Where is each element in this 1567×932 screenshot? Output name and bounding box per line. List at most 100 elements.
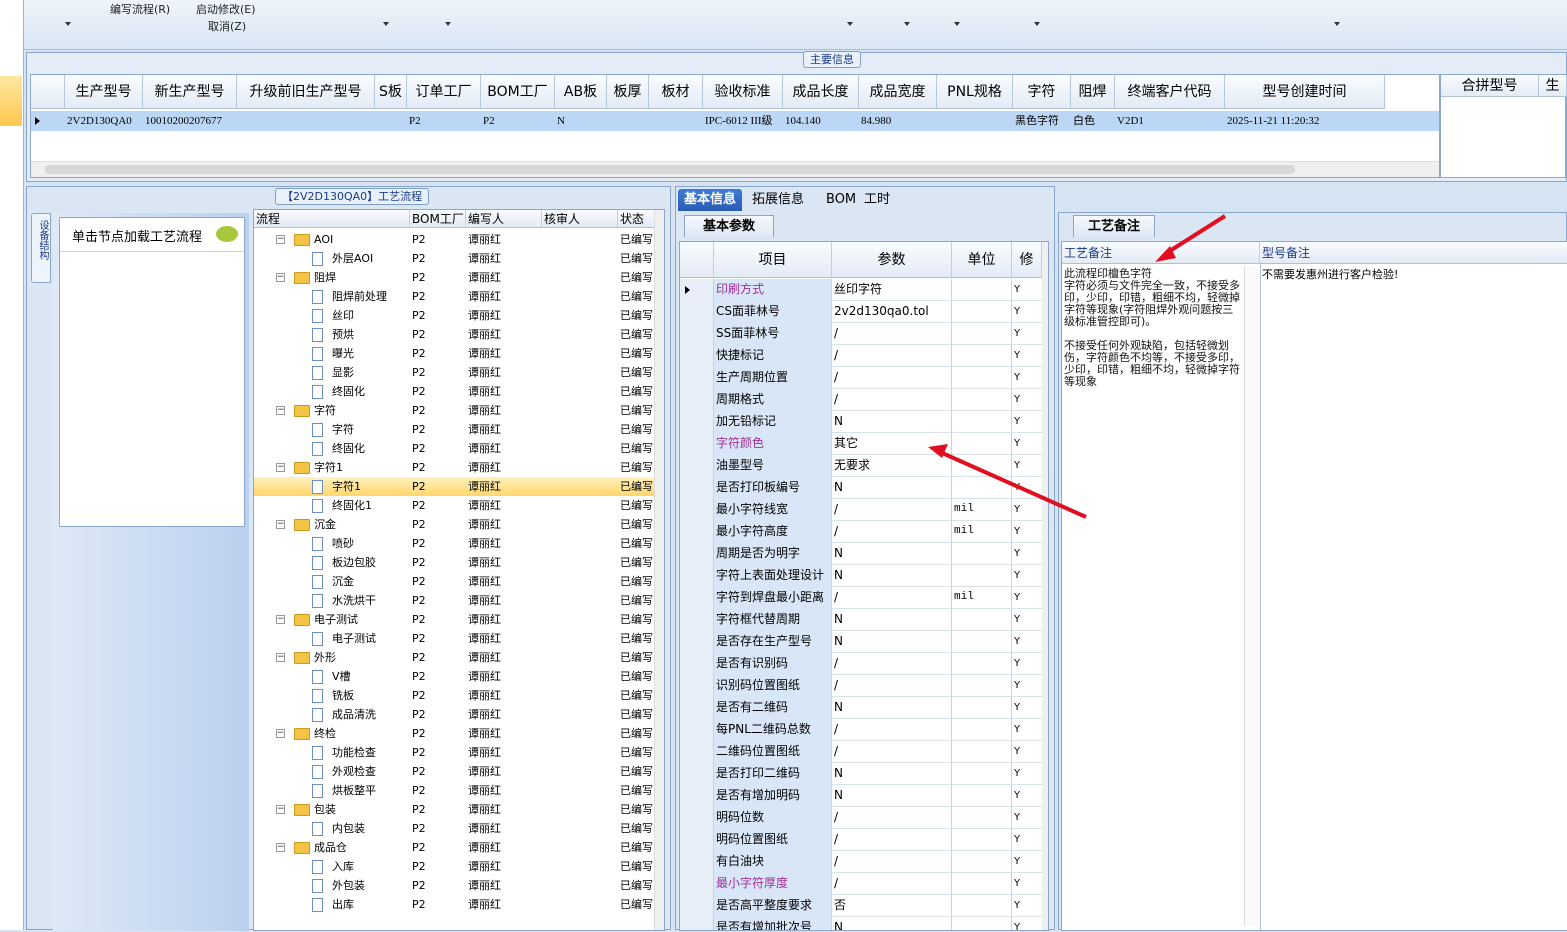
collapse-icon[interactable]: − [276,615,285,624]
tree-row[interactable]: 外包装 P2 谭丽红 已编写 [254,876,654,895]
tab-extended-info[interactable]: 拓展信息 [746,189,810,211]
param-value[interactable]: 否 [832,895,952,917]
tree-row[interactable]: 预烘 P2 谭丽红 已编写 [254,325,654,344]
param-value[interactable]: / [832,653,952,675]
collapse-icon[interactable]: − [276,843,285,852]
column-header[interactable]: 板厚 [607,75,649,109]
param-row[interactable]: 油墨型号 无要求 Y [680,455,1042,477]
param-row[interactable]: 快捷标记 / Y [680,345,1042,367]
column-header[interactable]: 阻焊 [1071,75,1115,109]
tree-row[interactable]: 沉金 P2 谭丽红 已编写 [254,572,654,591]
table-cell[interactable]: N [555,111,607,131]
tree-row[interactable]: − 字符 P2 谭丽红 已编写 [254,401,654,420]
dropdown-arrow-icon[interactable] [1334,22,1340,26]
param-row[interactable]: 是否存在生产型号 N Y [680,631,1042,653]
column-header[interactable]: 单位 [952,242,1012,278]
tree-row[interactable]: 电子测试 P2 谭丽红 已编写 [254,629,654,648]
table-cell[interactable]: 2025-11-21 11:20:32 [1225,111,1385,131]
param-value[interactable]: N [832,763,952,785]
column-header[interactable]: 项目 [714,242,832,278]
collapse-icon[interactable]: − [276,520,285,529]
param-row[interactable]: 字符到焊盘最小距离 / mil Y [680,587,1042,609]
param-row[interactable]: 明码位置图纸 / Y [680,829,1042,851]
table-cell[interactable]: 黑色字符 [1013,111,1071,131]
column-header[interactable]: 生 [1539,75,1567,97]
horizontal-scrollbar[interactable] [31,161,1439,177]
column-header[interactable]: 流程 [254,210,410,228]
column-header[interactable]: 型号创建时间 [1225,75,1385,109]
param-value[interactable]: N [832,543,952,565]
column-header[interactable]: 新生产型号 [143,75,237,109]
column-header[interactable]: PNL规格 [937,75,1013,109]
table-cell[interactable] [237,111,375,131]
param-value[interactable]: 其它 [832,433,952,455]
tree-row[interactable]: 内包装 P2 谭丽红 已编写 [254,819,654,838]
tree-row[interactable]: 外层AOI P2 谭丽红 已编写 [254,249,654,268]
param-value[interactable]: / [832,499,952,521]
tree-row[interactable]: 板边包胶 P2 谭丽红 已编写 [254,553,654,572]
param-row[interactable]: 生产周期位置 / Y [680,367,1042,389]
table-cell[interactable] [607,111,649,131]
tree-row[interactable]: 字符 P2 谭丽红 已编写 [254,420,654,439]
column-header[interactable]: 板材 [649,75,703,109]
tree-row[interactable]: V槽 P2 谭丽红 已编写 [254,667,654,686]
param-row[interactable]: 字符颜色 其它 Y [680,433,1042,455]
tree-row[interactable]: 水洗烘干 P2 谭丽红 已编写 [254,591,654,610]
param-row[interactable]: 周期是否为明字 N Y [680,543,1042,565]
collapse-icon[interactable]: − [276,273,285,282]
param-row[interactable]: 是否有二维码 N Y [680,697,1042,719]
param-value[interactable]: / [832,873,952,895]
dropdown-arrow-icon[interactable] [65,22,71,26]
param-row[interactable]: 识别码位置图纸 / Y [680,675,1042,697]
vertical-scrollbar[interactable] [1042,242,1048,930]
collapse-icon[interactable]: − [276,406,285,415]
tree-row[interactable]: 铣板 P2 谭丽红 已编写 [254,686,654,705]
param-row[interactable]: 是否打印板编号 N Y [680,477,1042,499]
tree-row[interactable]: − AOI P2 谭丽红 已编写 [254,230,654,249]
collapse-icon[interactable]: − [276,653,285,662]
param-value[interactable]: 2v2d130qa0.tol [832,301,952,323]
dropdown-arrow-icon[interactable] [954,22,960,26]
param-value[interactable]: N [832,917,952,930]
column-header[interactable]: 合拼型号 [1441,75,1539,97]
param-value[interactable]: N [832,565,952,587]
param-value[interactable]: / [832,323,952,345]
column-header[interactable]: 终端客户代码 [1115,75,1225,109]
tree-row[interactable]: 功能检查 P2 谭丽红 已编写 [254,743,654,762]
param-row[interactable]: 字符上表面处理设计 N Y [680,565,1042,587]
tree-row[interactable]: 阻焊前处理 P2 谭丽红 已编写 [254,287,654,306]
collapse-icon[interactable]: − [276,235,285,244]
collapse-icon[interactable]: − [276,729,285,738]
table-cell[interactable] [937,111,1013,131]
param-value[interactable]: / [832,675,952,697]
tree-row[interactable]: 终固化1 P2 谭丽红 已编写 [254,496,654,515]
tab-bom[interactable]: BOM [820,189,862,211]
dropdown-arrow-icon[interactable] [847,22,853,26]
table-cell[interactable]: 104.140 [783,111,859,131]
column-header[interactable]: BOM工厂 [410,210,466,228]
dropdown-arrow-icon[interactable] [1034,22,1040,26]
tree-row[interactable]: − 字符1 P2 谭丽红 已编写 [254,458,654,477]
column-header[interactable]: 参数 [832,242,952,278]
craft-remark-header[interactable]: 工艺备注 [1062,242,1260,264]
param-row[interactable]: 加无铅标记 N Y [680,411,1042,433]
tree-row[interactable]: 丝印 P2 谭丽红 已编写 [254,306,654,325]
param-value[interactable]: / [832,851,952,873]
tree-row[interactable]: 显影 P2 谭丽红 已编写 [254,363,654,382]
param-row[interactable]: 有白油块 / Y [680,851,1042,873]
tree-row[interactable]: 入库 P2 谭丽红 已编写 [254,857,654,876]
tab-work-hours[interactable]: 工时 [858,189,896,211]
tree-row[interactable]: − 包装 P2 谭丽红 已编写 [254,800,654,819]
tree-row[interactable]: 外观检查 P2 谭丽红 已编写 [254,762,654,781]
param-row[interactable]: 是否有识别码 / Y [680,653,1042,675]
column-header[interactable]: BOM工厂 [481,75,555,109]
tab-basic-info[interactable]: 基本信息 [678,189,743,211]
model-remark-text[interactable]: 不需要发惠州进行客户检验! [1262,268,1562,281]
tree-row[interactable]: 烘板整平 P2 谭丽红 已编写 [254,781,654,800]
table-cell[interactable]: P2 [481,111,555,131]
tab-craft-remarks[interactable]: 工艺备注 [1073,215,1155,237]
tree-row[interactable]: 终固化 P2 谭丽红 已编写 [254,439,654,458]
craft-remark-text[interactable]: 此流程印檀色字符 字符必须与文件完全一致，不接受多印，少印，印错，粗细不均，轻微… [1064,268,1240,388]
column-header[interactable]: AB板 [555,75,607,109]
tree-row[interactable]: 字符1 P2 谭丽红 已编写 [254,477,654,496]
